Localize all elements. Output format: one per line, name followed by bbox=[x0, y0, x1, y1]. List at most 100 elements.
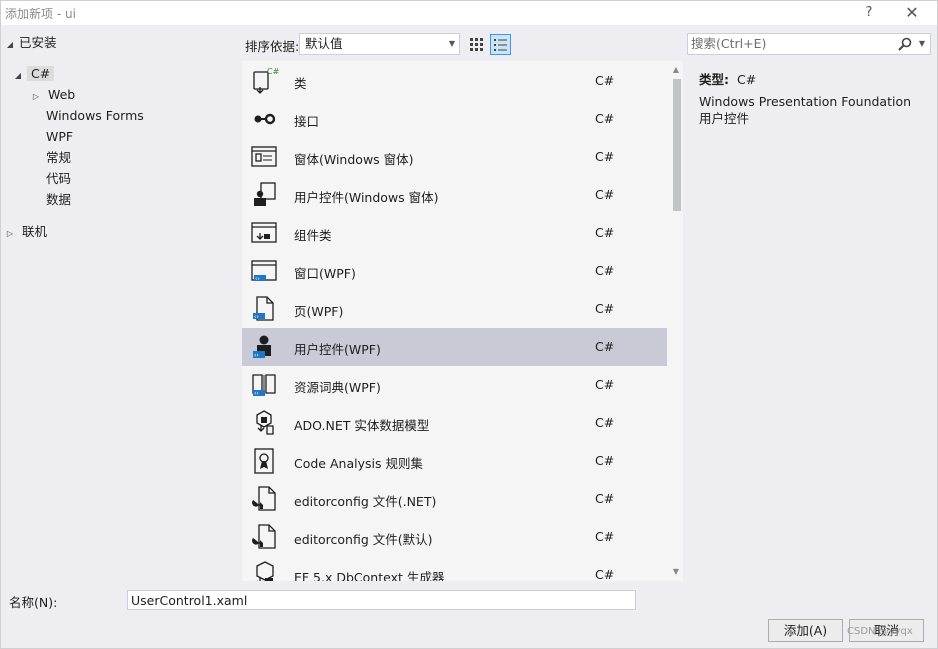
search-placeholder: 搜索(Ctrl+E) bbox=[691, 36, 767, 51]
template-name: 用户控件(Windows 窗体) bbox=[294, 190, 439, 205]
svg-text:‹›: ‹› bbox=[254, 352, 259, 359]
tree-node-label: Windows Forms bbox=[46, 108, 144, 123]
template-list-item[interactable]: EF 5.x DbContext 生成器 C# bbox=[242, 556, 667, 581]
template-list-item[interactable]: 组件类 C# bbox=[242, 214, 667, 252]
template-list-item[interactable]: ‹› 资源词典(WPF) C# bbox=[242, 366, 667, 404]
chevron-down-icon: ▼ bbox=[448, 39, 455, 48]
template-list-item[interactable]: ‹› 页(WPF) C# bbox=[242, 290, 667, 328]
scroll-down-arrow-icon[interactable]: ▼ bbox=[669, 565, 683, 579]
tree-node-online[interactable]: ▷ 联机 bbox=[5, 222, 47, 242]
template-name: ADO.NET 实体数据模型 bbox=[294, 418, 430, 433]
template-language: C# bbox=[595, 225, 615, 240]
svg-text:‹›: ‹› bbox=[254, 314, 259, 321]
template-language: C# bbox=[595, 453, 615, 468]
title-bar: 添加新项 - ui ? ✕ bbox=[1, 1, 937, 25]
watermark: CSDN @yyqx bbox=[847, 626, 913, 637]
form-icon bbox=[249, 142, 279, 172]
template-name: editorconfig 文件(默认) bbox=[294, 532, 433, 547]
search-input[interactable]: 搜索(Ctrl+E) ▼ bbox=[687, 33, 931, 55]
tree-node-label: WPF bbox=[46, 129, 74, 144]
detail-description: Windows Presentation Foundation 用户控件 bbox=[699, 94, 912, 126]
template-name: 窗体(Windows 窗体) bbox=[294, 152, 414, 167]
svg-text:‹›: ‹› bbox=[254, 390, 259, 397]
name-field[interactable] bbox=[127, 590, 636, 610]
sort-value: 默认值 bbox=[305, 36, 343, 51]
expanded-arrow-icon[interactable]: ◢ bbox=[13, 66, 23, 86]
template-language: C# bbox=[595, 567, 615, 581]
user-control-icon bbox=[249, 180, 279, 210]
wpf-window-icon: ‹› bbox=[249, 256, 279, 286]
wpf-user-control-icon: ‹› bbox=[249, 332, 279, 362]
name-label: 名称(N): bbox=[9, 595, 58, 610]
template-list-item[interactable]: editorconfig 文件(.NET) C# bbox=[242, 480, 667, 518]
template-list-item[interactable]: editorconfig 文件(默认) C# bbox=[242, 518, 667, 556]
template-list-item[interactable]: 接口 C# bbox=[242, 100, 667, 138]
template-list-item[interactable]: C# 类 C# bbox=[242, 62, 667, 100]
template-category-tree: ◢ 已安装 ◢ C# ▷ Web Windows Forms WPF 常规 代码… bbox=[1, 31, 239, 581]
svg-text:C#: C# bbox=[267, 67, 279, 76]
search-icon[interactable] bbox=[898, 37, 912, 51]
close-button[interactable]: ✕ bbox=[901, 3, 923, 23]
tree-node-label: 数据 bbox=[46, 192, 72, 207]
tree-node-label: Web bbox=[47, 87, 76, 102]
tree-node-web[interactable]: ▷ Web bbox=[31, 85, 75, 105]
scroll-up-arrow-icon[interactable]: ▲ bbox=[669, 63, 683, 77]
template-language: C# bbox=[595, 301, 615, 316]
collapsed-arrow-icon[interactable]: ▷ bbox=[5, 224, 15, 244]
add-new-item-dialog: 添加新项 - ui ? ✕ ◢ 已安装 ◢ C# ▷ Web Windows F… bbox=[0, 0, 938, 649]
template-language: C# bbox=[595, 111, 615, 126]
template-name: 组件类 bbox=[294, 228, 332, 243]
template-name: 用户控件(WPF) bbox=[294, 342, 381, 357]
tree-node-label: C# bbox=[26, 66, 55, 81]
resource-dictionary-icon: ‹› bbox=[249, 370, 279, 400]
template-language: C# bbox=[595, 73, 615, 88]
grid-view-button[interactable] bbox=[466, 34, 487, 55]
list-view-button[interactable] bbox=[490, 34, 511, 55]
component-icon bbox=[249, 218, 279, 248]
entity-model-icon bbox=[249, 408, 279, 438]
vertical-scrollbar[interactable]: ▲ ▼ bbox=[669, 61, 683, 581]
tree-node-code[interactable]: 代码 bbox=[46, 169, 71, 189]
expanded-arrow-icon[interactable]: ◢ bbox=[5, 35, 15, 55]
template-language: C# bbox=[595, 415, 615, 430]
template-language: C# bbox=[595, 491, 615, 506]
add-button[interactable]: 添加(A) bbox=[768, 619, 843, 642]
template-list-item[interactable]: 窗体(Windows 窗体) C# bbox=[242, 138, 667, 176]
template-list-item[interactable]: 用户控件(Windows 窗体) C# bbox=[242, 176, 667, 214]
ruleset-icon bbox=[249, 446, 279, 476]
template-list-item[interactable]: ‹› 用户控件(WPF) C# bbox=[242, 328, 667, 366]
dbcontext-icon bbox=[249, 560, 279, 581]
collapsed-arrow-icon[interactable]: ▷ bbox=[31, 87, 41, 107]
tree-node-general[interactable]: 常规 bbox=[46, 148, 71, 168]
editorconfig-icon bbox=[249, 522, 279, 552]
tree-node-label: 代码 bbox=[46, 171, 72, 186]
template-language: C# bbox=[595, 529, 615, 544]
template-name: 资源词典(WPF) bbox=[294, 380, 381, 395]
template-language: C# bbox=[595, 187, 615, 202]
tree-node-installed[interactable]: ◢ 已安装 bbox=[5, 33, 57, 53]
template-list-item[interactable]: ADO.NET 实体数据模型 C# bbox=[242, 404, 667, 442]
template-list-item[interactable]: ‹› 窗口(WPF) C# bbox=[242, 252, 667, 290]
detail-type: 类型: C# bbox=[699, 69, 756, 88]
template-language: C# bbox=[595, 149, 615, 164]
tree-node-label: 常规 bbox=[46, 150, 72, 165]
tree-node-wpf[interactable]: WPF bbox=[46, 127, 73, 147]
sort-dropdown[interactable]: 默认值 ▼ bbox=[299, 33, 460, 55]
sort-label: 排序依据: bbox=[245, 39, 300, 54]
tree-node-csharp[interactable]: ◢ C# bbox=[13, 64, 55, 86]
template-name: 窗口(WPF) bbox=[294, 266, 356, 281]
detail-type-value: C# bbox=[736, 72, 757, 87]
template-list-item[interactable]: Code Analysis 规则集 C# bbox=[242, 442, 667, 480]
help-button[interactable]: ? bbox=[858, 3, 880, 23]
tree-node-label: 联机 bbox=[21, 224, 47, 239]
tree-node-data[interactable]: 数据 bbox=[46, 190, 71, 210]
template-name: 接口 bbox=[294, 114, 320, 129]
template-name: Code Analysis 规则集 bbox=[294, 456, 423, 471]
tree-node-windows-forms[interactable]: Windows Forms bbox=[46, 106, 144, 126]
chevron-down-icon[interactable]: ▼ bbox=[919, 34, 925, 54]
template-name: EF 5.x DbContext 生成器 bbox=[294, 570, 445, 581]
class-icon: C# bbox=[249, 66, 280, 96]
template-name: 页(WPF) bbox=[294, 304, 344, 319]
template-language: C# bbox=[595, 263, 615, 278]
scroll-thumb[interactable] bbox=[673, 79, 681, 211]
